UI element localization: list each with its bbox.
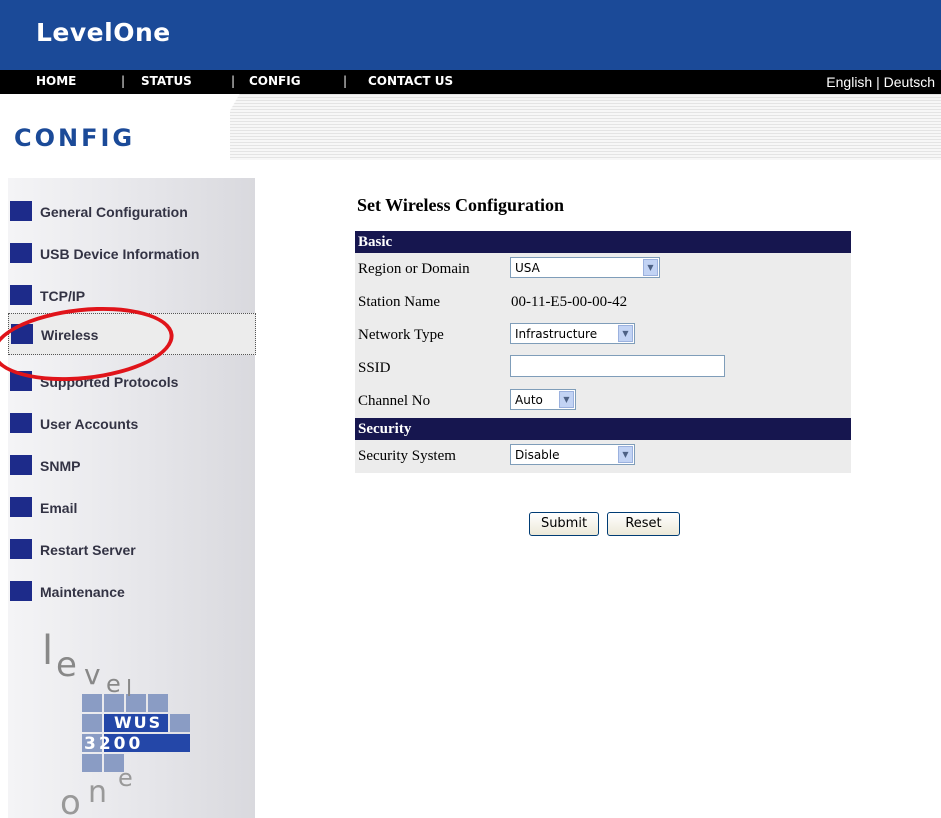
security-system-select[interactable]: Disable ▼ bbox=[510, 444, 635, 465]
nav-config[interactable]: CONFIG bbox=[249, 74, 301, 88]
sidebar-item-label: Restart Server bbox=[40, 542, 136, 558]
sidebar-item-label: User Accounts bbox=[40, 416, 139, 432]
wireless-config-form: Basic Region or Domain USA ▼ Station Nam… bbox=[355, 231, 851, 473]
reset-button[interactable]: Reset bbox=[607, 512, 680, 536]
security-system-selected-value: Disable bbox=[515, 448, 560, 462]
nav-separator: | bbox=[343, 74, 348, 88]
row-ssid: SSID bbox=[355, 352, 851, 385]
channel-select[interactable]: Auto ▼ bbox=[510, 389, 576, 410]
sidebar-item-label: Supported Protocols bbox=[40, 374, 179, 390]
lang-separator: | bbox=[876, 74, 880, 90]
chevron-down-icon: ▼ bbox=[559, 391, 574, 408]
security-system-label: Security System bbox=[358, 448, 456, 464]
sidebar-item-email[interactable]: Email bbox=[8, 494, 255, 524]
sidebar: General Configuration USB Device Informa… bbox=[8, 178, 256, 818]
banner-slant bbox=[180, 94, 260, 160]
header-bar: LevelOne bbox=[0, 0, 941, 70]
row-station-name: Station Name 00-11-E5-00-00-42 bbox=[355, 286, 851, 319]
logo-level-l2: l bbox=[126, 677, 132, 702]
region-selected-value: USA bbox=[515, 261, 540, 275]
sidebar-item-label: Email bbox=[40, 500, 78, 516]
logo-model-wus: WUS bbox=[114, 713, 162, 732]
station-name-label: Station Name bbox=[358, 294, 441, 310]
sidebar-item-label: SNMP bbox=[40, 458, 81, 474]
logo-level-e2: e bbox=[106, 670, 121, 698]
channel-label: Channel No bbox=[358, 393, 431, 409]
menu-square-icon bbox=[10, 243, 32, 263]
product-logo: l e v e l WUS 3200 o n e bbox=[44, 628, 190, 818]
channel-selected-value: Auto bbox=[515, 393, 543, 407]
menu-square-icon bbox=[11, 324, 33, 344]
menu-square-icon bbox=[10, 285, 32, 305]
sidebar-item-snmp[interactable]: SNMP bbox=[8, 452, 255, 482]
brand-logo: LevelOne bbox=[36, 18, 171, 47]
logo-model-3200: 3200 bbox=[84, 734, 143, 754]
logo-one-e: e bbox=[118, 764, 133, 792]
nav-separator: | bbox=[121, 74, 126, 88]
sidebar-item-label: General Configuration bbox=[40, 204, 188, 220]
menu-square-icon bbox=[10, 497, 32, 517]
menu-square-icon bbox=[10, 581, 32, 601]
banner-stripes bbox=[230, 94, 941, 160]
menu-square-icon bbox=[10, 539, 32, 559]
region-label: Region or Domain bbox=[358, 261, 470, 277]
region-select[interactable]: USA ▼ bbox=[510, 257, 660, 278]
logo-level-l: l bbox=[44, 628, 53, 674]
station-name-value: 00-11-E5-00-00-42 bbox=[511, 294, 628, 310]
ssid-input[interactable] bbox=[510, 355, 725, 377]
sidebar-item-label: Wireless bbox=[41, 327, 99, 343]
language-switch: English | Deutsch bbox=[826, 74, 935, 90]
row-region: Region or Domain USA ▼ bbox=[355, 253, 851, 286]
sidebar-item-wireless[interactable]: Wireless bbox=[8, 313, 256, 355]
submit-button[interactable]: Submit bbox=[529, 512, 599, 536]
sidebar-item-label: USB Device Information bbox=[40, 246, 200, 262]
sidebar-item-supported-protocols[interactable]: Supported Protocols bbox=[8, 368, 255, 398]
sidebar-item-user-accounts[interactable]: User Accounts bbox=[8, 410, 255, 440]
network-type-select[interactable]: Infrastructure ▼ bbox=[510, 323, 635, 344]
menu-square-icon bbox=[10, 455, 32, 475]
sidebar-item-maintenance[interactable]: Maintenance bbox=[8, 578, 255, 608]
sidebar-item-general-configuration[interactable]: General Configuration bbox=[8, 198, 255, 228]
top-nav: HOME | STATUS | CONFIG | CONTACT US Engl… bbox=[0, 70, 941, 94]
sidebar-item-label: Maintenance bbox=[40, 584, 125, 600]
network-type-label: Network Type bbox=[358, 327, 444, 343]
chevron-down-icon: ▼ bbox=[618, 446, 633, 463]
nav-home[interactable]: HOME bbox=[36, 74, 76, 88]
sidebar-item-tcp-ip[interactable]: TCP/IP bbox=[8, 282, 255, 312]
chevron-down-icon: ▼ bbox=[643, 259, 658, 276]
banner-title: CONFIG bbox=[14, 124, 136, 152]
ssid-label: SSID bbox=[358, 360, 391, 376]
sidebar-item-usb-device-information[interactable]: USB Device Information bbox=[8, 240, 255, 270]
nav-separator: | bbox=[231, 74, 236, 88]
logo-level-v: v bbox=[84, 658, 101, 691]
nav-contact-us[interactable]: CONTACT US bbox=[368, 74, 453, 88]
menu-square-icon bbox=[10, 413, 32, 433]
section-header-basic: Basic bbox=[355, 231, 851, 253]
nav-status[interactable]: STATUS bbox=[141, 74, 192, 88]
logo-level-e: e bbox=[56, 645, 77, 685]
logo-one-n: n bbox=[88, 775, 107, 810]
page-title: Set Wireless Configuration bbox=[357, 195, 565, 215]
network-type-selected-value: Infrastructure bbox=[515, 327, 598, 341]
lang-english[interactable]: English bbox=[826, 74, 872, 90]
logo-one-o: o bbox=[60, 783, 81, 818]
sidebar-item-restart-server[interactable]: Restart Server bbox=[8, 536, 255, 566]
section-banner: CONFIG bbox=[0, 94, 941, 160]
section-header-security: Security bbox=[355, 418, 851, 440]
lang-deutsch[interactable]: Deutsch bbox=[884, 74, 935, 90]
sidebar-item-label: TCP/IP bbox=[40, 288, 86, 304]
row-channel: Channel No Auto ▼ bbox=[355, 385, 851, 418]
chevron-down-icon: ▼ bbox=[618, 325, 633, 342]
row-security-system: Security System Disable ▼ bbox=[355, 440, 851, 473]
menu-square-icon bbox=[10, 201, 32, 221]
menu-square-icon bbox=[10, 371, 32, 391]
row-network-type: Network Type Infrastructure ▼ bbox=[355, 319, 851, 352]
